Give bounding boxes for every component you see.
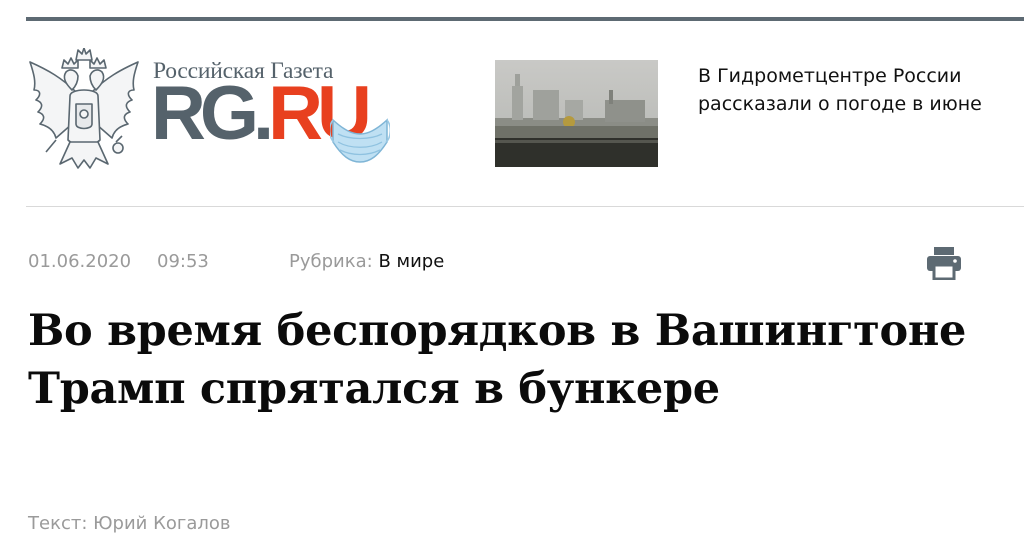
article-title: Во время беспорядков в Вашингтоне Трамп … xyxy=(28,306,967,414)
teaser-image[interactable] xyxy=(495,60,658,167)
printer-icon[interactable] xyxy=(925,246,963,280)
header-divider xyxy=(26,206,1024,207)
rubric-link[interactable]: В мире xyxy=(378,251,444,272)
rubric: Рубрика: В мире xyxy=(289,251,444,272)
top-rule xyxy=(26,17,1024,21)
article-time: 09:53 xyxy=(157,251,209,272)
article-author: Текст: Юрий Когалов xyxy=(28,513,231,534)
face-mask-icon xyxy=(330,118,390,163)
rubric-label: Рубрика: xyxy=(289,251,373,272)
teaser-headline-link[interactable]: В Гидрометцентре России рассказали о пог… xyxy=(698,62,1008,118)
site-logo-link[interactable]: Российская Газета RG.RU xyxy=(22,44,392,180)
article-date: 01.06.2020 xyxy=(28,251,132,272)
coat-of-arms-icon xyxy=(29,48,139,169)
moscow-skyline-photo xyxy=(495,60,658,167)
